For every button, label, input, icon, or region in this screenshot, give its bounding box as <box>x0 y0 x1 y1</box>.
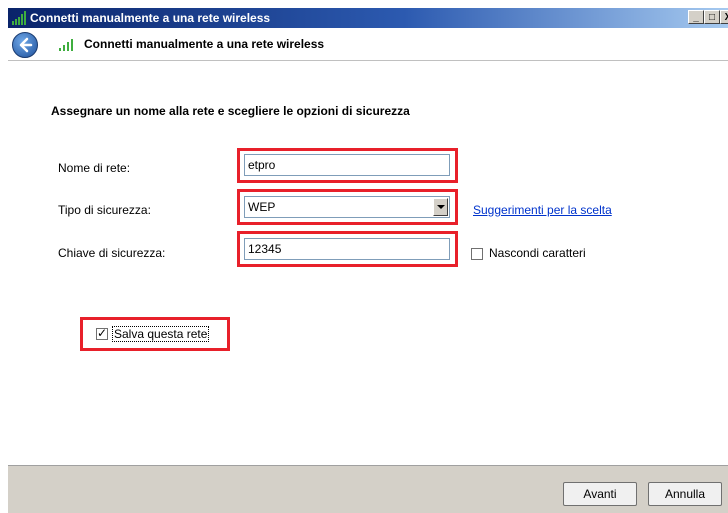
security-key-field[interactable]: 12345 <box>244 238 450 260</box>
network-name-label: Nome di rete: <box>58 161 131 175</box>
security-help-link[interactable]: Suggerimenti per la scelta <box>473 203 612 217</box>
hide-characters-checkbox[interactable] <box>471 248 483 260</box>
minimize-button[interactable]: _ <box>688 10 704 24</box>
back-arrow-icon <box>19 37 33 53</box>
security-key-label: Chiave di sicurezza: <box>58 246 166 260</box>
wizard-content: Assegnare un nome alla rete e scegliere … <box>8 61 728 465</box>
title-bar: Connetti manualmente a una rete wireless… <box>8 8 728 28</box>
wireless-signal-icon <box>59 39 73 51</box>
network-name-field[interactable]: etpro <box>244 154 450 176</box>
window-title: Connetti manualmente a una rete wireless <box>30 11 271 25</box>
wizard-footer: Avanti Annulla <box>8 465 728 513</box>
security-type-dropdown[interactable]: WEP <box>244 196 450 218</box>
wizard-title: Connetti manualmente a una rete wireless <box>84 37 325 51</box>
checkmark-icon: ✓ <box>97 326 108 340</box>
close-button[interactable]: X <box>720 10 728 24</box>
hide-characters-label: Nascondi caratteri <box>489 246 586 260</box>
wizard-window: Connetti manualmente a una rete wireless… <box>8 8 728 513</box>
cancel-button[interactable]: Annulla <box>648 482 722 506</box>
form-heading: Assegnare un nome alla rete e scegliere … <box>51 104 410 118</box>
save-network-checkbox[interactable]: ✓ <box>96 326 108 340</box>
dropdown-arrow-icon[interactable] <box>433 198 448 216</box>
back-button[interactable] <box>12 32 38 58</box>
wireless-signal-icon <box>12 11 26 25</box>
maximize-button[interactable]: □ <box>704 10 720 24</box>
next-button[interactable]: Avanti <box>563 482 637 506</box>
save-network-label: Salva questa rete <box>112 326 210 342</box>
navigation-bar: Connetti manualmente a una rete wireless <box>8 28 728 61</box>
security-type-label: Tipo di sicurezza: <box>58 203 151 217</box>
security-type-value: WEP <box>248 200 276 214</box>
